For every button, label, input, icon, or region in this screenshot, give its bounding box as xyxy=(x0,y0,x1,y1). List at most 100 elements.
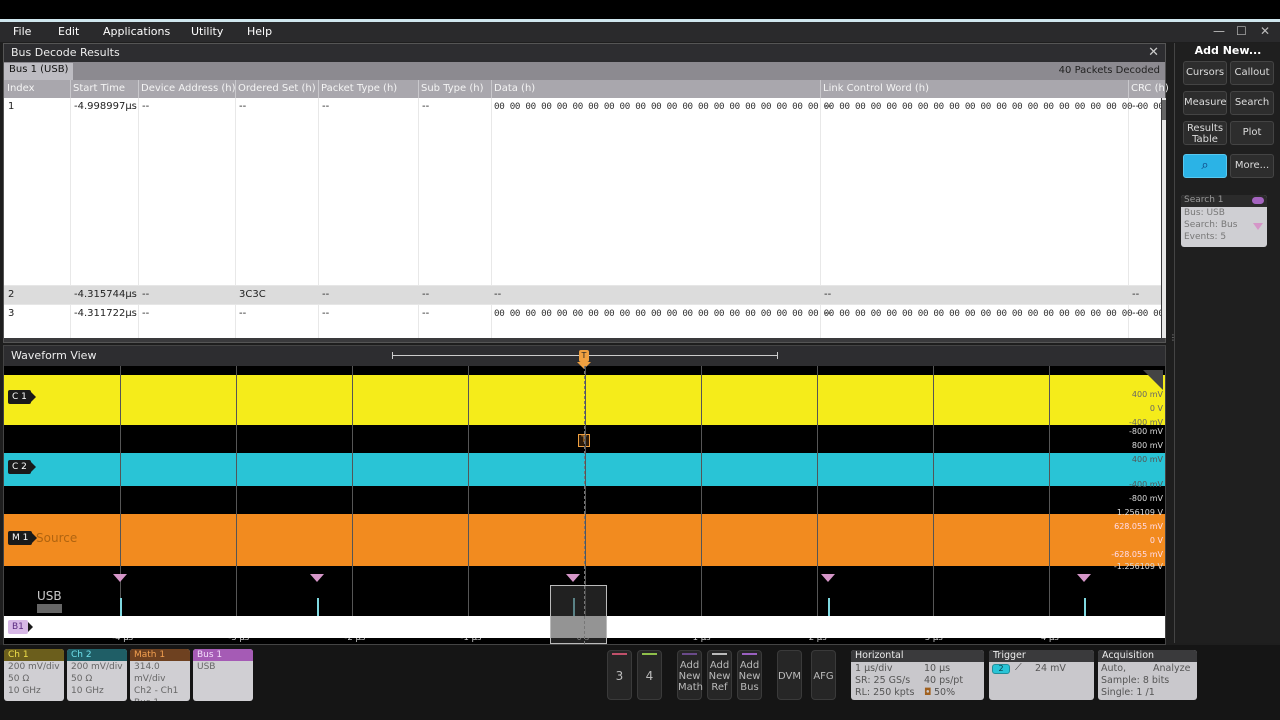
ch3-button[interactable]: 3 xyxy=(607,650,632,700)
cell-index: 3 xyxy=(8,308,15,319)
cell-ordered-set: -- xyxy=(239,308,247,319)
zoom-region-box[interactable] xyxy=(550,585,607,644)
cell-sub-type: -- xyxy=(422,289,430,300)
horizontal-duration: 10 µs xyxy=(924,663,951,674)
trigger-panel[interactable]: Trigger 2 ⟋ 24 mV xyxy=(989,650,1094,700)
afg-button[interactable]: AFG xyxy=(811,650,836,700)
tab-bus1-usb[interactable]: Bus 1 (USB) xyxy=(4,63,74,80)
waveform-view: Waveform View T C 1 C 2 T M 1 Source -4 … xyxy=(3,345,1166,645)
restore-icon[interactable]: ☐ xyxy=(1236,24,1247,38)
ch2-scale: 200 mV/div xyxy=(71,662,123,672)
cell-link-control-word: -- xyxy=(824,101,832,112)
grid-line xyxy=(1048,366,1050,636)
add-new-math-button[interactable]: Add New Math xyxy=(677,650,703,700)
math1-source: Bus 1 xyxy=(130,697,190,701)
col-sub-type[interactable]: Sub Type (h) xyxy=(421,83,484,94)
menu-help[interactable]: Help xyxy=(247,25,272,38)
grid-line xyxy=(352,366,354,636)
ch1-badge[interactable]: Ch 1 200 mV/div 50 Ω 10 GHz xyxy=(4,649,64,701)
cell-ordered-set: 3C3C xyxy=(239,289,266,300)
afg-label: AFG xyxy=(813,671,834,682)
col-device-address[interactable]: Device Address (h) xyxy=(141,83,236,94)
close-icon[interactable]: ✕ xyxy=(1148,45,1159,60)
trigger-position-marker[interactable]: T xyxy=(579,350,589,362)
results-table-button[interactable]: Results Table xyxy=(1183,121,1227,145)
add-new-bus-button[interactable]: Add New Bus xyxy=(737,650,762,700)
math1-badge[interactable]: Math 1 314.0 mV/div Ch2 - Ch1 Bus 1 xyxy=(130,649,190,701)
search-1-badge[interactable]: Search 1 Bus: USB Search: Bus Events: 5 xyxy=(1181,195,1267,247)
zoom-corner-icon[interactable] xyxy=(1143,370,1163,390)
table-row[interactable]: 2 -4.315744µs -- 3C3C -- -- -- -- -- xyxy=(4,286,1161,305)
oscilloscope-app: File Edit Applications Utility Help — ☐ … xyxy=(0,0,1280,720)
ch1-label[interactable]: C 1 xyxy=(8,390,36,404)
cursors-button[interactable]: Cursors xyxy=(1183,61,1227,85)
acquisition-panel[interactable]: Acquisition Auto, Analyze Sample: 8 bits… xyxy=(1098,650,1197,700)
plot-button[interactable]: Plot xyxy=(1230,121,1274,145)
waveform-plot[interactable]: C 1 C 2 T M 1 Source -4 µs-3 µs-2 µs-1 µ… xyxy=(4,366,1165,644)
math1-source-label: Source xyxy=(36,531,78,545)
col-separator xyxy=(418,80,419,98)
close-window-icon[interactable]: ✕ xyxy=(1260,24,1270,38)
search-mark-icon[interactable] xyxy=(821,574,836,582)
math1-scale: 314.0 mV/div xyxy=(134,662,166,684)
zoom-tool-button[interactable]: ⌕ xyxy=(1183,154,1227,178)
col-ordered-set[interactable]: Ordered Set (h) xyxy=(238,83,316,94)
col-separator xyxy=(491,80,492,98)
scrollbar-thumb[interactable] xyxy=(1162,100,1166,120)
dvm-button[interactable]: DVM xyxy=(777,650,802,700)
col-index[interactable]: Index xyxy=(7,83,35,94)
cell-packet-type: -- xyxy=(322,308,330,319)
trigger-level: 24 mV xyxy=(1035,663,1066,674)
ch4-button[interactable]: 4 xyxy=(637,650,662,700)
ch2-offset-arrow-icon[interactable]: ⇦ xyxy=(1153,462,1162,475)
trigger-source-badge: 2 xyxy=(992,664,1010,674)
ch2-badge[interactable]: Ch 2 200 mV/div 50 Ω 10 GHz xyxy=(67,649,127,701)
menu-applications[interactable]: Applications xyxy=(103,25,170,38)
grid-line xyxy=(816,366,818,636)
search-badge-bus: Bus: USB xyxy=(1184,208,1225,218)
table-scrollbar[interactable] xyxy=(1162,98,1166,338)
col-data[interactable]: Data (h) xyxy=(494,83,535,94)
col-packet-type[interactable]: Packet Type (h) xyxy=(321,83,397,94)
table-row[interactable]: 3 -4.311722µs -- -- -- -- 00 00 00 00 00… xyxy=(4,305,1161,338)
horizontal-scale: 1 µs/div xyxy=(855,663,893,674)
menu-file[interactable]: File xyxy=(13,25,31,38)
bus1-label[interactable]: B1 xyxy=(8,620,33,634)
more-button[interactable]: More... xyxy=(1230,154,1274,178)
bus-packet-mark xyxy=(120,598,123,616)
col-link-control-word[interactable]: Link Control Word (h) xyxy=(823,83,929,94)
bus1-badge[interactable]: Bus 1 USB xyxy=(193,649,253,701)
math1-label[interactable]: M 1 xyxy=(8,531,38,545)
bus-packet-mark xyxy=(1083,598,1086,616)
math1-scale-label: 628.055 mV xyxy=(1114,522,1163,531)
cell-packet-type: -- xyxy=(322,289,330,300)
cell-index: 2 xyxy=(8,289,15,300)
search-mark-icon[interactable] xyxy=(565,574,580,582)
search-mark-icon[interactable] xyxy=(113,574,128,582)
measure-button[interactable]: Measure xyxy=(1183,91,1227,115)
add-new-ref-button[interactable]: Add New Ref xyxy=(707,650,732,700)
ch4-button-label: 4 xyxy=(645,669,654,683)
search-mark-icon[interactable] xyxy=(1076,574,1091,582)
add-new-title: Add New... xyxy=(1194,44,1262,57)
menu-utility[interactable]: Utility xyxy=(191,25,223,38)
ch2-label[interactable]: C 2 xyxy=(8,460,36,474)
math1-expression: Ch2 - Ch1 xyxy=(134,686,179,696)
horizontal-panel[interactable]: Horizontal 1 µs/div 10 µs SR: 25 GS/s 40… xyxy=(851,650,984,700)
search-button[interactable]: Search xyxy=(1230,91,1274,115)
ref-color-bar xyxy=(712,653,727,655)
col-start-time[interactable]: Start Time xyxy=(73,83,125,94)
callout-button[interactable]: Callout xyxy=(1230,61,1274,85)
col-crc[interactable]: CRC (h) xyxy=(1131,83,1169,94)
menu-edit[interactable]: Edit xyxy=(58,25,79,38)
search-mark-icon[interactable] xyxy=(310,574,325,582)
bus-name-label: USB xyxy=(37,589,62,603)
minimize-icon[interactable]: — xyxy=(1213,24,1225,38)
ch3-button-label: 3 xyxy=(615,669,624,683)
math-color-bar xyxy=(682,653,697,655)
table-row[interactable]: 1 -4.998997µs -- -- -- -- 00 00 00 00 00… xyxy=(4,98,1161,286)
panel-divider-handle[interactable]: ⋮ xyxy=(1169,334,1177,350)
ch1-termination: 50 Ω xyxy=(8,674,30,684)
decode-table-body: 1 -4.998997µs -- -- -- -- 00 00 00 00 00… xyxy=(4,98,1161,338)
time-per-point: 40 ps/pt xyxy=(924,675,964,686)
